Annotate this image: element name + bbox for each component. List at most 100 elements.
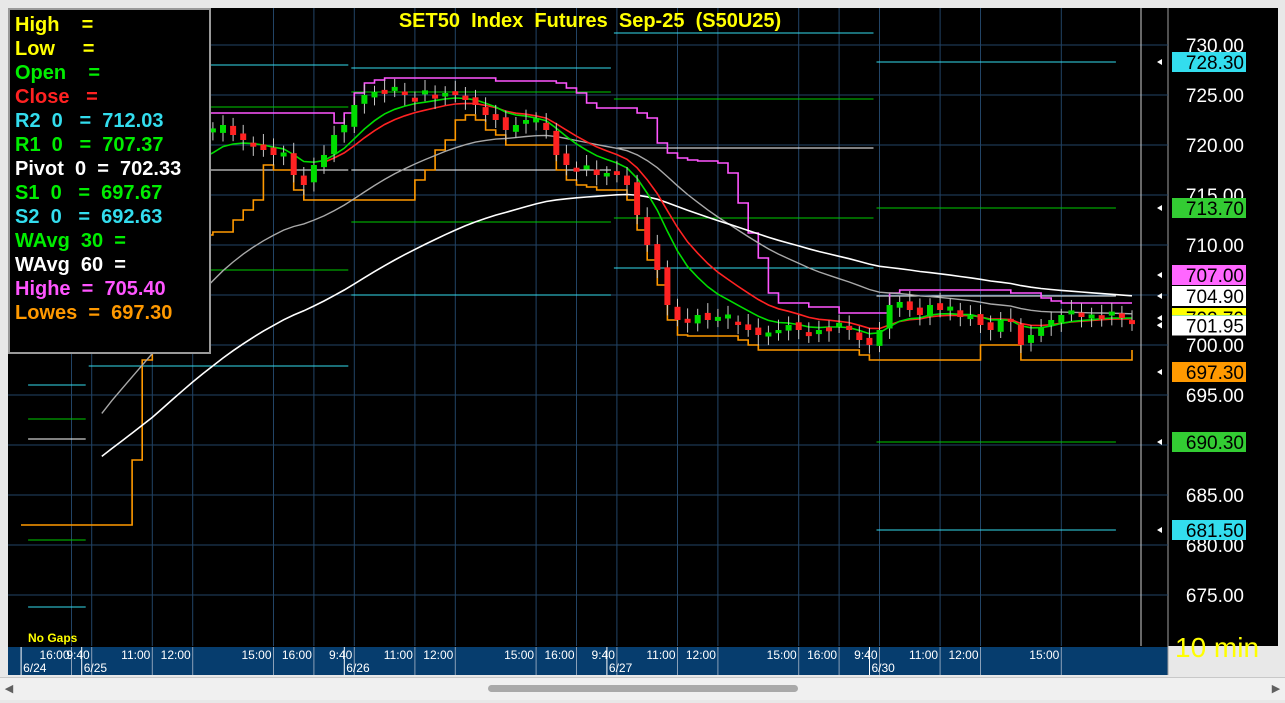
candle-body [411,97,418,102]
candle-body [341,125,348,133]
candle-body [1007,318,1014,322]
x-tick-label: 11:00 [384,648,413,662]
candle-body [250,142,257,147]
x-tick-label: 12:00 [686,648,716,662]
candle-body [290,153,297,175]
y-tick-label: 695.00 [1186,386,1244,407]
x-tick-label: 9:40 [329,648,353,662]
candle-body [664,267,671,305]
candle-body [260,144,267,150]
candle-body [452,91,459,95]
candle-body [896,302,903,308]
candle-body [916,307,923,315]
price-label: 728.30 [1186,53,1244,74]
x-tick-label: 15:00 [767,648,797,662]
candle-body [997,320,1004,332]
candle-body [634,182,641,215]
data-window-row: Highe = 705.40 [15,278,166,300]
candle-body [815,330,822,335]
data-window-row: R1 0 = 707.37 [15,134,164,156]
data-window-row: Close = [15,86,98,108]
candle-body [654,244,661,270]
y-tick-label: 685.00 [1186,486,1244,507]
x-tick-label: 11:00 [646,648,675,662]
data-window-row: Open = [15,62,101,84]
x-tick-label: 9:40 [66,648,90,662]
candle-body [573,167,580,172]
candle-body [795,322,802,330]
candle-body [583,165,590,170]
candle-body [1048,320,1055,326]
x-tick-label: 11:00 [909,648,938,662]
scroll-right-icon[interactable]: ▶ [1269,682,1283,696]
candle-body [765,332,772,337]
candle-body [836,322,843,327]
candle-body [704,312,711,320]
candle-body [856,332,863,340]
candle-body [432,94,439,99]
candle-body [1058,315,1065,323]
data-window-row: S2 0 = 692.63 [15,206,163,228]
candle-body [876,330,883,346]
candle-body [351,105,358,127]
candle-body [735,321,742,325]
chart-window: 730.00725.00720.00715.00710.00705.00700.… [0,0,1285,703]
candle-body [1017,324,1024,345]
candle-body [775,330,782,334]
candle-body [1068,310,1075,315]
data-window-row: High = [15,14,94,36]
x-tick-label: 11:00 [121,648,150,662]
candle-body [331,135,338,155]
date-tick-label: 6/30 [872,661,896,675]
candle-body [674,306,681,320]
candle-body [745,324,752,330]
price-label: 697.30 [1186,363,1244,384]
candle-body [310,165,317,183]
price-label: 707.00 [1186,266,1244,287]
data-window-row: Pivot 0 = 702.33 [15,158,182,180]
x-tick-label: 12:00 [948,648,978,662]
candle-body [361,95,368,104]
candle-body [391,86,398,91]
x-tick-label: 16:00 [39,648,69,662]
candle-body [543,122,550,130]
price-label: 690.30 [1186,433,1244,454]
x-tick-label: 9:40 [592,648,616,662]
candle-body [300,175,307,185]
scroll-left-icon[interactable]: ◀ [2,682,16,696]
x-tick-label: 15:00 [241,648,271,662]
candle-body [1118,313,1125,318]
horizontal-scrollbar[interactable]: ◀ ▶ [0,677,1285,700]
candle-body [644,217,651,245]
date-tick-label: 6/27 [609,661,633,675]
candle-body [553,130,560,155]
price-label: 713.70 [1186,199,1244,220]
candle-body [280,152,287,157]
y-tick-label: 710.00 [1186,236,1244,257]
candle-body [906,301,913,310]
timeframe-label[interactable]: 10 min [1175,632,1259,664]
candle-body [1088,314,1095,319]
candle-body [603,173,610,177]
candle-body [442,93,449,97]
candle-body [846,325,853,330]
candle-body [230,125,237,135]
candle-body [866,337,873,345]
scroll-thumb[interactable] [488,685,798,692]
candle-body [957,310,964,317]
price-label: 704.90 [1186,287,1244,308]
x-tick-label: 16:00 [544,648,574,662]
data-window-row: Low = [15,38,95,60]
candle-body [492,114,499,120]
x-tick-label: 16:00 [807,648,837,662]
x-tick-label: 15:00 [504,648,534,662]
candle-body [270,147,277,155]
candle-body [1108,311,1115,316]
candle-body [401,91,408,95]
candle-body [462,95,469,100]
y-tick-label: 725.00 [1186,86,1244,107]
candle-body [1098,315,1105,320]
price-label: 681.50 [1186,521,1244,542]
candle-body [725,314,731,319]
candle-body [482,107,489,115]
